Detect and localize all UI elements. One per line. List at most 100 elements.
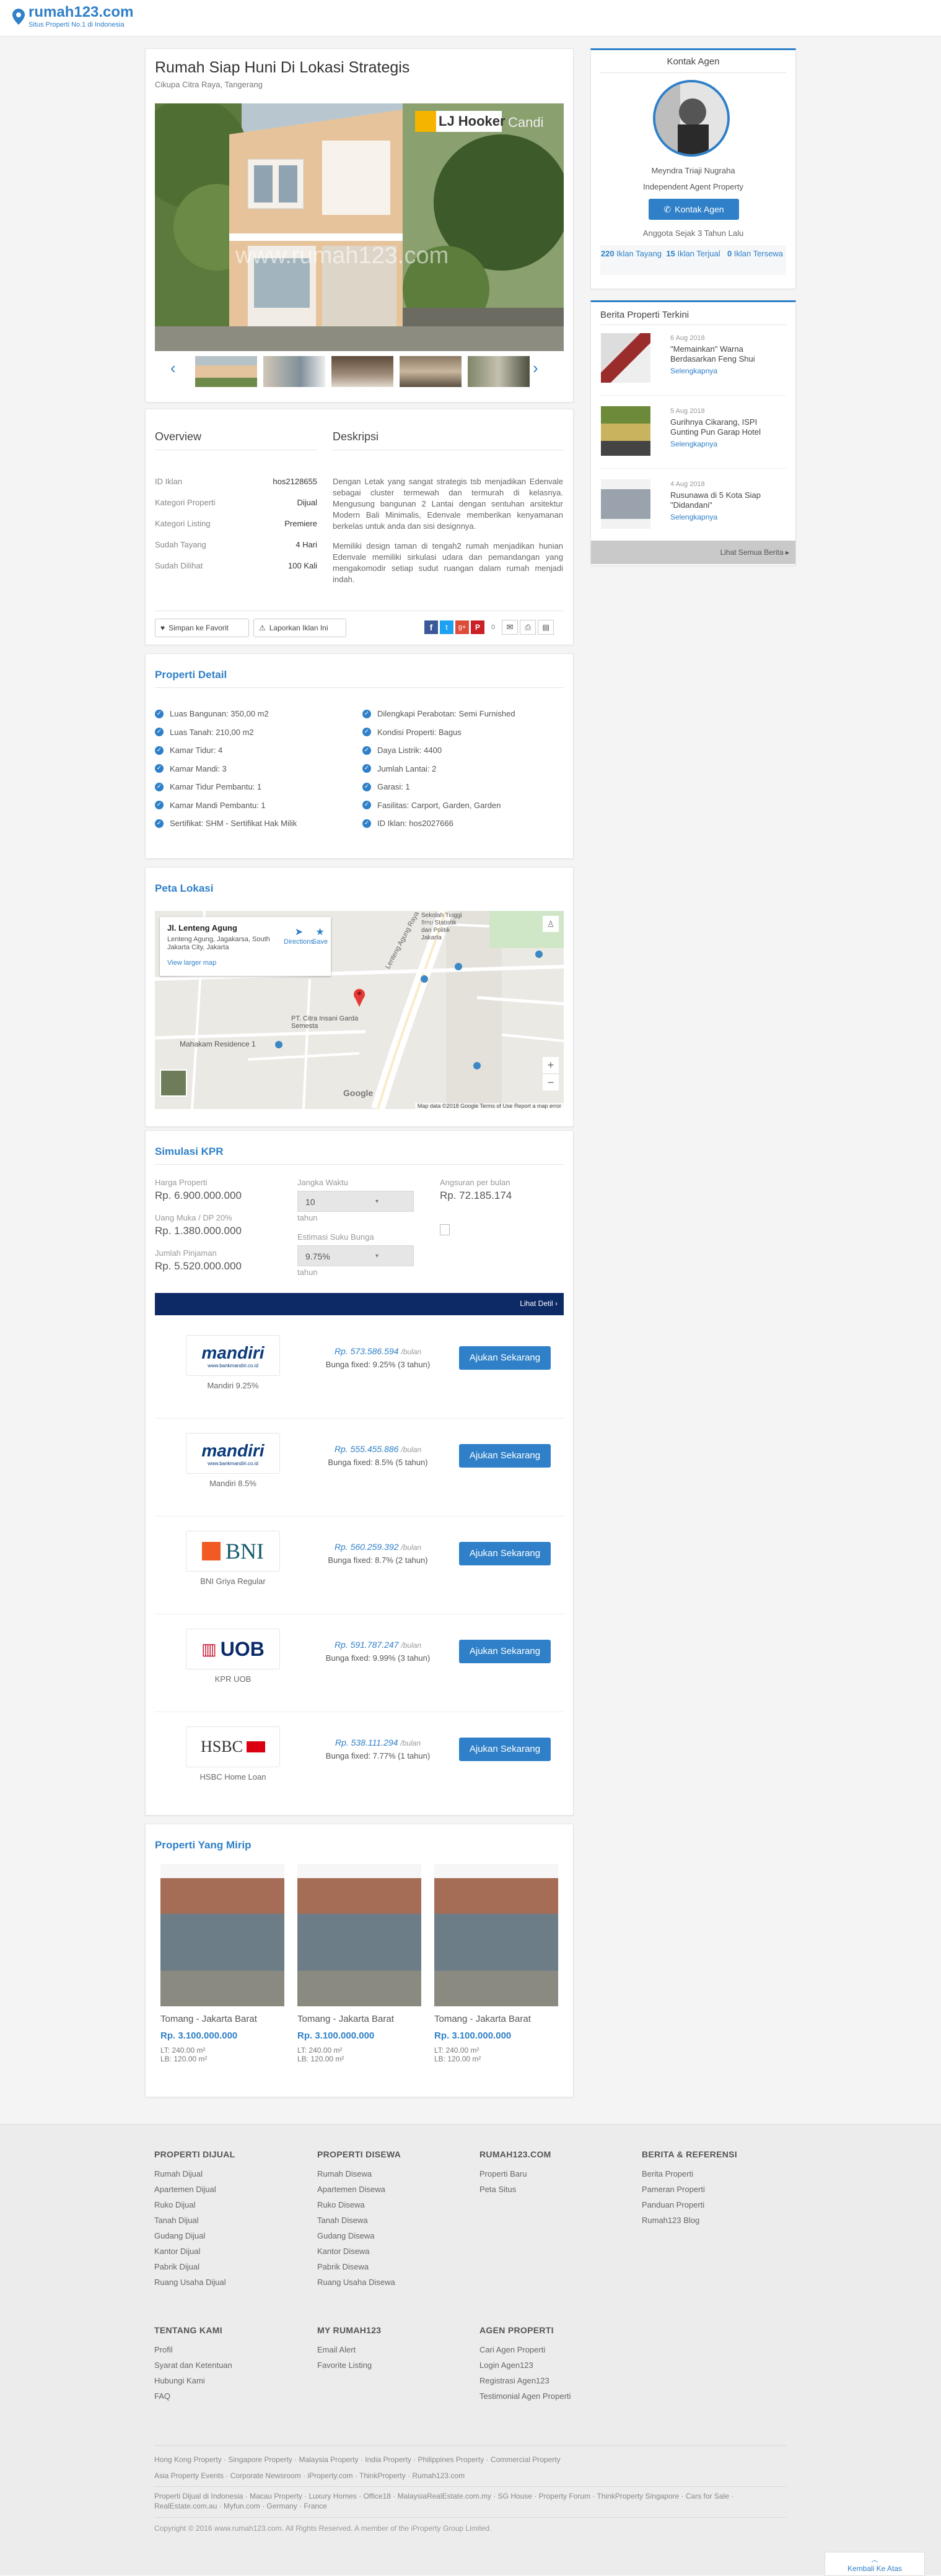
footer-link[interactable]: Apartemen Disewa bbox=[317, 2185, 401, 2200]
footer-link[interactable]: Ruko Dijual bbox=[154, 2200, 235, 2216]
facebook-icon[interactable]: f bbox=[424, 620, 438, 634]
footer-link[interactable]: Ruko Disewa bbox=[317, 2200, 401, 2216]
news-headline[interactable]: Rusunawa di 5 Kota Siap "Didandani" bbox=[670, 490, 779, 510]
detail-item-text: Kamar Tidur Pembantu: 1 bbox=[170, 782, 262, 792]
twitter-icon[interactable]: t bbox=[440, 620, 453, 634]
news-more-link[interactable]: Selengkapnya bbox=[670, 440, 717, 448]
apply-now-button[interactable]: Ajukan Sekarang bbox=[459, 1444, 551, 1468]
map-directions-button[interactable]: ➤ Directions bbox=[284, 926, 314, 946]
zoom-out-button[interactable]: − bbox=[543, 1074, 559, 1090]
chevron-down-icon: ▾ bbox=[375, 1253, 379, 1260]
news-item[interactable]: 6 Aug 2018 "Memainkan" Warna Berdasarkan… bbox=[601, 333, 787, 401]
footer-link[interactable]: Pabrik Disewa bbox=[317, 2262, 401, 2278]
kpr-detail-bar[interactable]: Lihat Detil › bbox=[155, 1293, 564, 1315]
news-thumbnail[interactable] bbox=[601, 479, 650, 529]
footer-link[interactable]: Peta Situs bbox=[479, 2185, 551, 2200]
footer-link[interactable]: Tanah Disewa bbox=[317, 2216, 401, 2231]
footer-link[interactable]: Berita Properti bbox=[642, 2169, 737, 2185]
agent-stat[interactable]: 15 Iklan Terjual bbox=[662, 245, 724, 275]
footer-link[interactable]: Pameran Properti bbox=[642, 2185, 737, 2200]
thumbnail-1[interactable] bbox=[195, 356, 257, 387]
kpr-bunga-select[interactable]: 9.75% ▾ bbox=[297, 1245, 414, 1266]
map-embed[interactable]: Jl. Lenteng Agung Lenteng Agung, Jagakar… bbox=[155, 911, 564, 1109]
news-item[interactable]: 5 Aug 2018 Gurihnya Cikarang, ISPI Gunti… bbox=[601, 406, 787, 474]
footer-link[interactable]: Ruang Usaha Disewa bbox=[317, 2278, 401, 2293]
footer-network-links[interactable]: Hong Kong Property · Singapore Property … bbox=[154, 2455, 786, 2464]
footer-link[interactable]: Registrasi Agen123 bbox=[479, 2376, 571, 2391]
footer-network-links[interactable]: Asia Property Events · Corporate Newsroo… bbox=[154, 2471, 786, 2480]
see-all-news-link[interactable]: Lihat Semua Berita ▸ bbox=[720, 548, 789, 557]
thumbnail-2[interactable] bbox=[263, 356, 325, 387]
similar-photo[interactable] bbox=[434, 1864, 558, 2006]
news-thumbnail[interactable] bbox=[601, 406, 650, 456]
footer-link[interactable]: Email Alert bbox=[317, 2345, 381, 2361]
footer-link[interactable]: Panduan Properti bbox=[642, 2200, 737, 2216]
agent-stat[interactable]: 220 Iklan Tayang bbox=[600, 245, 662, 275]
footer-link[interactable]: FAQ bbox=[154, 2391, 232, 2407]
detail-item-text: Kamar Mandi Pembantu: 1 bbox=[170, 800, 266, 810]
footer-link[interactable]: Apartemen Dijual bbox=[154, 2185, 235, 2200]
similar-photo[interactable] bbox=[160, 1864, 284, 2006]
footer-link[interactable]: Kantor Disewa bbox=[317, 2247, 401, 2262]
map-satellite-toggle[interactable] bbox=[160, 1069, 187, 1097]
news-more-link[interactable]: Selengkapnya bbox=[670, 513, 717, 521]
thumbnail-4[interactable] bbox=[400, 356, 462, 387]
property-detail-title: Properti Detail bbox=[155, 669, 227, 681]
apply-now-button[interactable]: Ajukan Sekarang bbox=[459, 1346, 551, 1370]
map-save-button[interactable]: ★ Save bbox=[312, 926, 328, 946]
email-icon[interactable]: ✉ bbox=[502, 620, 519, 635]
pinterest-icon[interactable]: P bbox=[471, 620, 484, 634]
similar-item[interactable]: Tomang - Jakarta Barat Rp. 3.100.000.000… bbox=[160, 1864, 284, 2087]
footer-link[interactable]: Properti Baru bbox=[479, 2169, 551, 2185]
similar-item[interactable]: Tomang - Jakarta Barat Rp. 3.100.000.000… bbox=[434, 1864, 558, 2087]
apply-now-button[interactable]: Ajukan Sekarang bbox=[459, 1738, 551, 1761]
footer-link[interactable]: Profil bbox=[154, 2345, 232, 2361]
news-headline[interactable]: "Memainkan" Warna Berdasarkan Feng Shui bbox=[670, 344, 779, 364]
apply-now-button[interactable]: Ajukan Sekarang bbox=[459, 1640, 551, 1663]
footer-link[interactable]: Pabrik Dijual bbox=[154, 2262, 235, 2278]
kpr-jangka-select[interactable]: 10 ▾ bbox=[297, 1191, 414, 1212]
footer-link[interactable]: Gudang Dijual bbox=[154, 2231, 235, 2247]
footer-link[interactable]: Tanah Dijual bbox=[154, 2216, 235, 2231]
google-plus-icon[interactable]: g+ bbox=[455, 620, 469, 634]
footer-link[interactable]: Favorite Listing bbox=[317, 2361, 381, 2376]
similar-photo[interactable] bbox=[297, 1864, 421, 2006]
thumbnail-5[interactable] bbox=[468, 356, 530, 387]
site-logo[interactable]: rumah123.com Situs Properti No.1 di Indo… bbox=[12, 5, 133, 28]
footer-link[interactable]: Cari Agen Properti bbox=[479, 2345, 571, 2361]
footer-link[interactable]: Syarat dan Ketentuan bbox=[154, 2361, 232, 2376]
footer-col-title: PROPERTI DISEWA bbox=[317, 2149, 401, 2159]
thumb-prev-button[interactable]: ‹ bbox=[170, 359, 176, 378]
thumb-next-button[interactable]: › bbox=[533, 359, 538, 378]
apply-now-button[interactable]: Ajukan Sekarang bbox=[459, 1542, 551, 1565]
news-item[interactable]: 4 Aug 2018 Rusunawa di 5 Kota Siap "Dida… bbox=[601, 479, 787, 547]
save-favorite-button[interactable]: ♥ Simpan ke Favorit bbox=[155, 619, 249, 637]
footer-link[interactable]: Login Agen123 bbox=[479, 2361, 571, 2376]
footer-network-links[interactable]: Properti Dijual di Indonesia · Macau Pro… bbox=[154, 2491, 786, 2511]
news-headline[interactable]: Gurihnya Cikarang, ISPI Gunting Pun Gara… bbox=[670, 417, 779, 437]
listing-main-photo[interactable]: LJ Hooker Candi www.rumah123.com bbox=[155, 103, 564, 351]
pegman-icon[interactable]: ♙ bbox=[543, 916, 559, 932]
footer-link[interactable]: Rumah123 Blog bbox=[642, 2216, 737, 2231]
footer-link[interactable]: Rumah Dijual bbox=[154, 2169, 235, 2185]
thumbnail-3[interactable] bbox=[331, 356, 393, 387]
map-larger-link[interactable]: View larger map bbox=[167, 959, 216, 967]
footer-link[interactable]: Hubungi Kami bbox=[154, 2376, 232, 2391]
footer-link[interactable]: Testimonial Agen Properti bbox=[479, 2391, 571, 2407]
pdf-icon[interactable]: ▤ bbox=[538, 620, 554, 635]
back-to-top-button[interactable]: ︿ Kembali Ke Atas bbox=[825, 2552, 925, 2576]
report-listing-button[interactable]: ⚠ Laporkan Iklan Ini bbox=[253, 619, 346, 637]
footer-link[interactable]: Ruang Usaha Dijual bbox=[154, 2278, 235, 2293]
footer-link[interactable]: Rumah Disewa bbox=[317, 2169, 401, 2185]
print-icon[interactable]: ⎙ bbox=[520, 620, 536, 635]
see-all-news-bar[interactable]: Lihat Semua Berita ▸ bbox=[591, 541, 795, 564]
footer-link[interactable]: Kantor Dijual bbox=[154, 2247, 235, 2262]
news-more-link[interactable]: Selengkapnya bbox=[670, 367, 717, 375]
kpr-detail-link[interactable]: Lihat Detil › bbox=[520, 1299, 558, 1308]
zoom-in-button[interactable]: + bbox=[543, 1057, 559, 1073]
contact-agent-button[interactable]: ✆ Kontak Agen bbox=[649, 199, 739, 220]
news-thumbnail[interactable] bbox=[601, 333, 650, 383]
agent-stat[interactable]: 0 Iklan Tersewa bbox=[724, 245, 786, 275]
similar-item[interactable]: Tomang - Jakarta Barat Rp. 3.100.000.000… bbox=[297, 1864, 421, 2087]
footer-link[interactable]: Gudang Disewa bbox=[317, 2231, 401, 2247]
